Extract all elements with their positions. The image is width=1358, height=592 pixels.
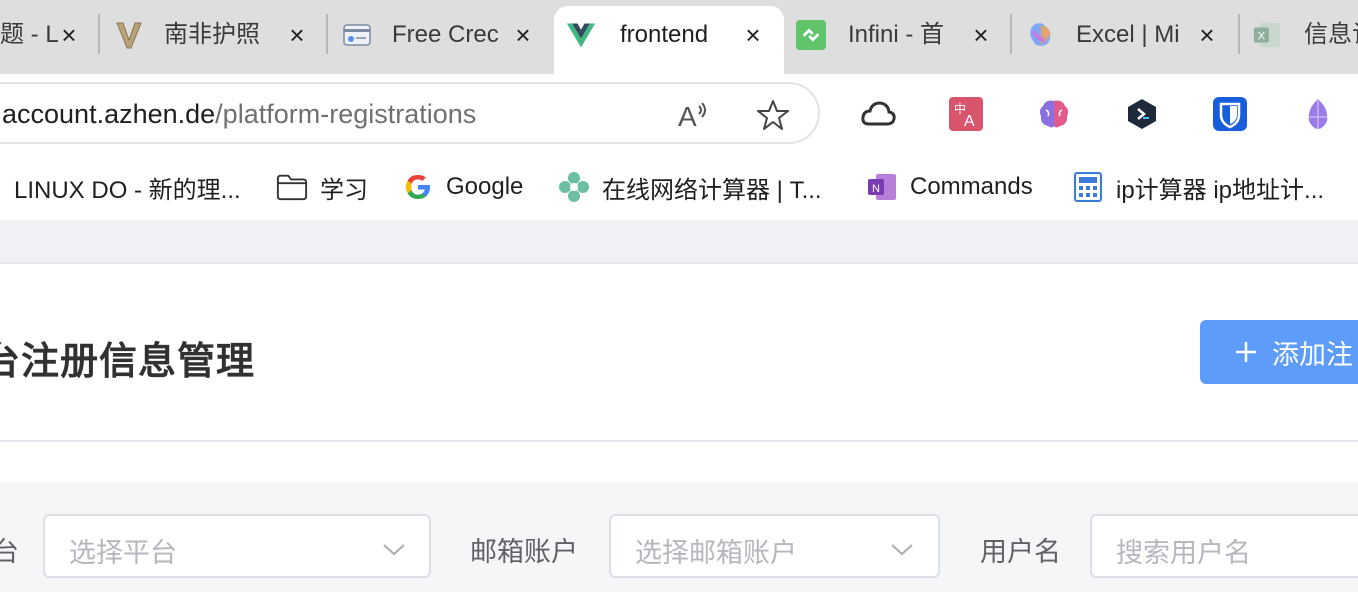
email-account-filter-label: 邮箱账户 <box>470 537 578 567</box>
bookmark-commands[interactable]: N Commands <box>866 170 1033 204</box>
folder-icon <box>276 171 308 203</box>
tab-separator <box>1238 14 1240 54</box>
bookmark-google[interactable]: Google <box>402 170 523 204</box>
tab-title: Excel | Mi <box>1076 21 1180 48</box>
close-tab-icon[interactable]: × <box>968 22 994 48</box>
tab-title: 题 - L <box>0 21 59 48</box>
platform-select[interactable]: 选择平台 <box>43 514 431 578</box>
bookmarks-bar: LINUX DO - 新的理... 学习 Google 在线网络计算器 | T.… <box>0 154 1358 220</box>
bitwarden-icon[interactable] <box>1212 96 1248 132</box>
tab-title: 信息记 <box>1304 21 1358 48</box>
tab-title: 南非护照 - <box>164 21 264 48</box>
infini-icon <box>796 20 826 50</box>
close-tab-icon[interactable]: × <box>284 22 310 48</box>
calculator-icon <box>1072 171 1104 203</box>
cloud-icon[interactable] <box>860 96 896 132</box>
read-aloud-icon[interactable]: A <box>676 98 710 132</box>
bookmark-label: 在线网络计算器 | T... <box>602 176 822 204</box>
header-divider <box>0 440 1358 442</box>
crystal-icon[interactable] <box>1300 96 1336 132</box>
favorite-star-icon[interactable] <box>756 98 790 132</box>
tab-separator <box>98 14 100 54</box>
bookmark-folder-study[interactable]: 学习 <box>276 170 368 204</box>
tab-title: Infini - 首 <box>848 21 945 48</box>
email-account-select-placeholder: 选择邮箱账户 <box>635 538 797 568</box>
close-tab-icon[interactable]: × <box>510 22 536 48</box>
v-logo-icon <box>114 20 144 50</box>
close-tab-icon[interactable]: × <box>1194 22 1220 48</box>
browser-toolbar: account.azhen.de/platform-registrations … <box>0 74 1358 154</box>
tab-frontend[interactable]: frontend × <box>554 6 784 74</box>
tab-free-credit[interactable]: Free Crec × <box>330 6 552 74</box>
tab-excel-microsoft[interactable]: Excel | Mi × <box>1014 6 1238 74</box>
chevron-down-icon <box>383 544 405 556</box>
platform-filter-label: 台 <box>0 537 19 567</box>
bookmark-label: Google <box>446 173 524 200</box>
email-account-select[interactable]: 选择邮箱账户 <box>609 514 940 578</box>
tab-info[interactable]: X 信息记 <box>1242 6 1358 74</box>
address-bar[interactable]: account.azhen.de/platform-registrations … <box>0 82 820 144</box>
onenote-icon: N <box>866 171 898 203</box>
svg-text:A: A <box>678 101 697 132</box>
svg-text:A: A <box>964 113 975 130</box>
tab-separator <box>326 14 328 54</box>
username-search-placeholder: 搜索用户名 <box>1116 538 1251 568</box>
url-host: account.azhen.de <box>2 99 216 129</box>
bookmark-ip-calculator[interactable]: ip计算器 ip地址计... <box>1072 170 1324 204</box>
svg-text:X: X <box>1258 31 1266 43</box>
tab-strip: 题 - L × 南非护照 - × Free Crec × frontend × … <box>0 0 1358 74</box>
tab-title: Free Crec <box>392 21 498 48</box>
username-filter-label: 用户名 <box>980 537 1061 567</box>
close-tab-icon[interactable]: × <box>56 22 82 48</box>
dev-extension-icon[interactable] <box>1124 96 1160 132</box>
vue-icon <box>566 20 596 50</box>
translate-icon[interactable]: 中A <box>948 96 984 132</box>
chevron-down-icon <box>891 544 913 556</box>
platform-select-placeholder: 选择平台 <box>69 538 177 568</box>
close-tab-icon[interactable]: × <box>740 22 766 48</box>
plus-icon <box>1232 338 1260 366</box>
bookmark-label: LINUX DO - 新的理... <box>14 176 241 204</box>
flower-icon <box>558 171 590 203</box>
bookmark-network-calculator[interactable]: 在线网络计算器 | T... <box>558 170 822 204</box>
bookmark-label: 学习 <box>320 176 368 204</box>
username-search-input[interactable]: 搜索用户名 <box>1090 514 1358 578</box>
bookmark-linux-do[interactable]: LINUX DO - 新的理... <box>14 170 241 204</box>
excel-icon: X <box>1252 20 1282 50</box>
brain-icon[interactable] <box>1036 96 1072 132</box>
page-title: 台注册信息管理 <box>0 341 256 383</box>
tab-separator <box>1010 14 1012 54</box>
add-registration-button[interactable]: 添加注 <box>1200 320 1358 384</box>
copilot-icon <box>1026 20 1056 50</box>
credit-card-icon <box>342 20 372 50</box>
tab-infini[interactable]: Infini - 首 × <box>784 6 1010 74</box>
google-icon <box>402 171 434 203</box>
svg-text:N: N <box>872 183 880 195</box>
address-url[interactable]: account.azhen.de/platform-registrations <box>2 98 476 130</box>
tab-south-africa-passport[interactable]: 南非护照 - × <box>102 6 328 74</box>
tab-linux-do[interactable]: 题 - L × <box>0 6 100 74</box>
add-button-label: 添加注 <box>1272 339 1353 370</box>
bookmark-label: ip计算器 ip地址计... <box>1116 176 1325 204</box>
tab-title: frontend <box>620 21 709 48</box>
app-top-bar <box>0 220 1358 264</box>
bookmark-label: Commands <box>910 173 1033 200</box>
url-path: /platform-registrations <box>215 99 477 129</box>
